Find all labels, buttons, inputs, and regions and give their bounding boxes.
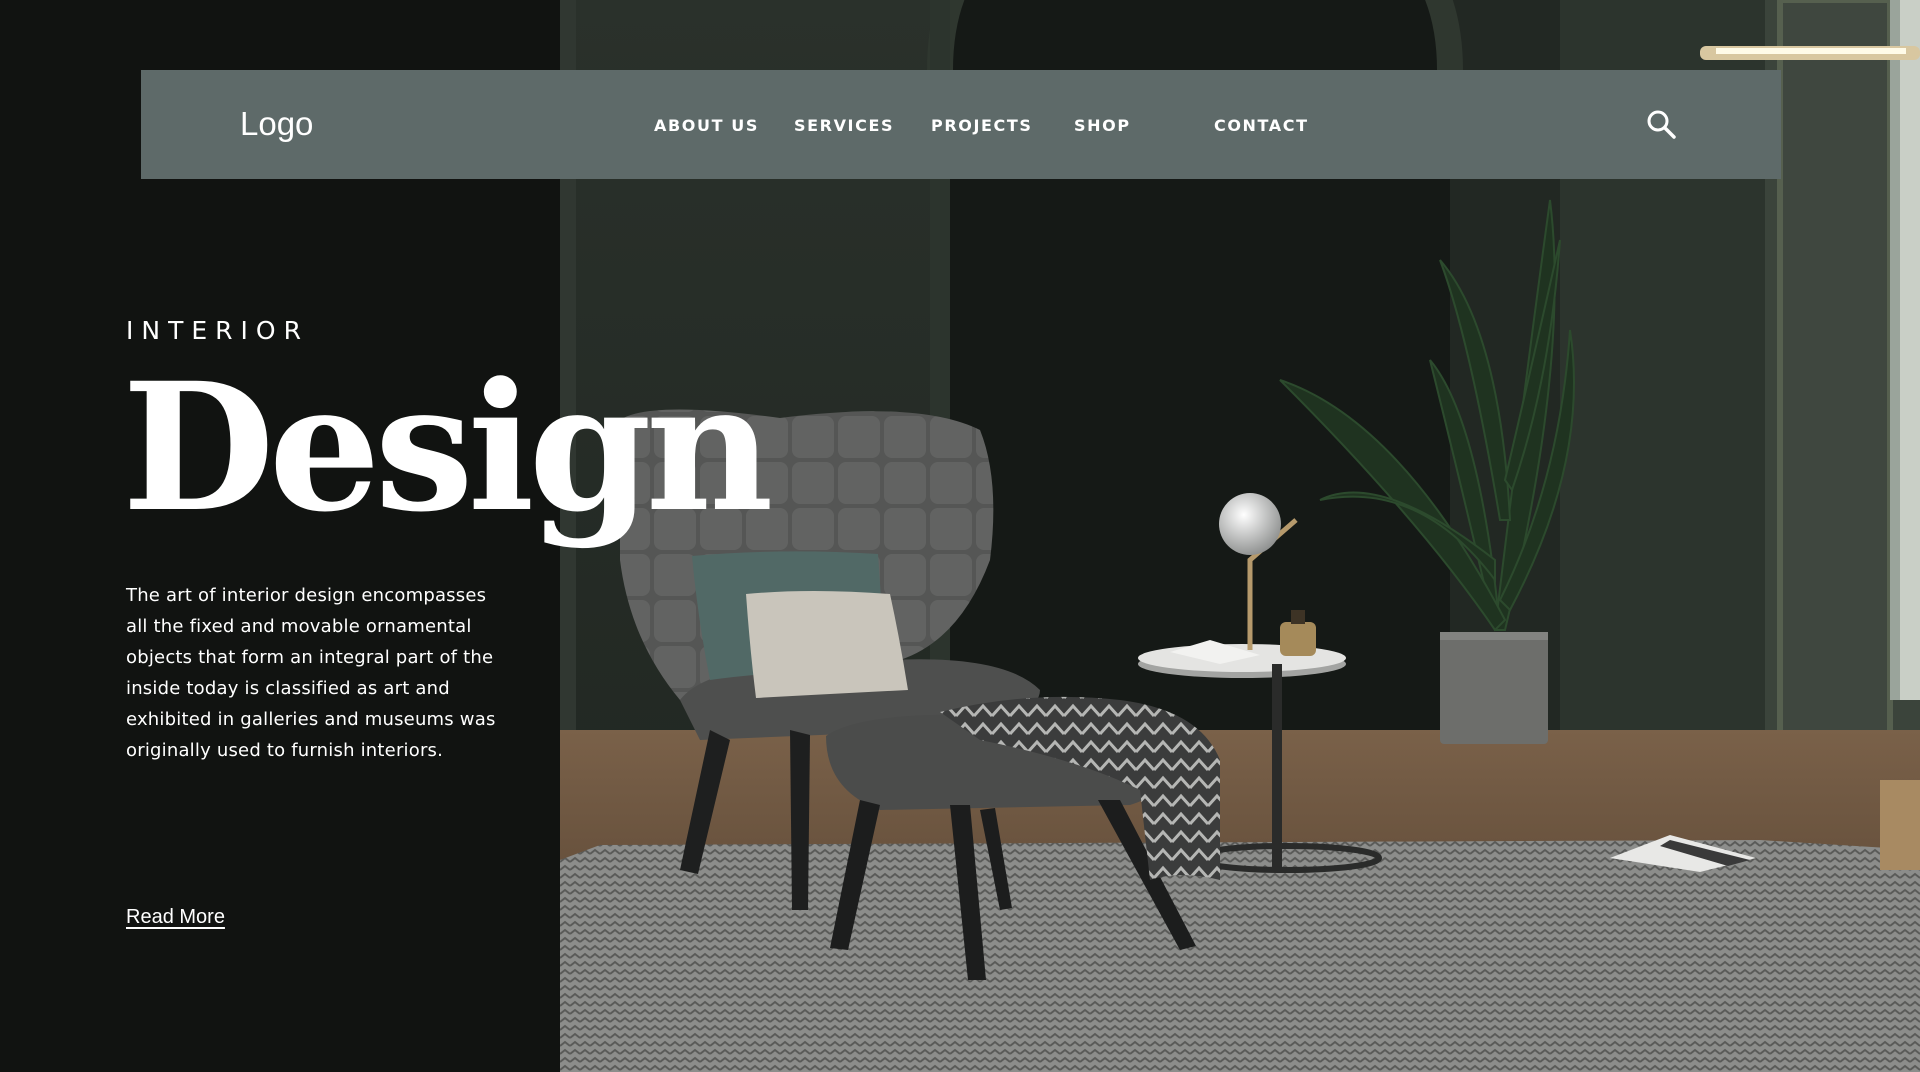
top-navbar: Logo ABOUT US SERVICES PROJECTS SHOP CON…	[141, 70, 1781, 179]
logo[interactable]: Logo	[240, 104, 313, 144]
nav-link-about-us[interactable]: ABOUT US	[654, 116, 759, 136]
hero-description: The art of interior design encompasses a…	[126, 585, 496, 761]
nav-link-projects[interactable]: PROJECTS	[931, 116, 1033, 136]
read-more-link[interactable]: Read More	[126, 904, 225, 930]
nav-link-contact[interactable]: CONTACT	[1214, 116, 1309, 136]
search-icon	[1647, 110, 1676, 139]
page: Logo ABOUT US SERVICES PROJECTS SHOP CON…	[0, 0, 1920, 1072]
hero-title: Design	[122, 344, 774, 551]
nav-link-shop[interactable]: SHOP	[1074, 116, 1131, 136]
nav-link-services[interactable]: SERVICES	[794, 116, 894, 136]
search-button[interactable]	[1644, 107, 1680, 143]
hero-eyebrow: INTERIOR	[126, 316, 309, 345]
